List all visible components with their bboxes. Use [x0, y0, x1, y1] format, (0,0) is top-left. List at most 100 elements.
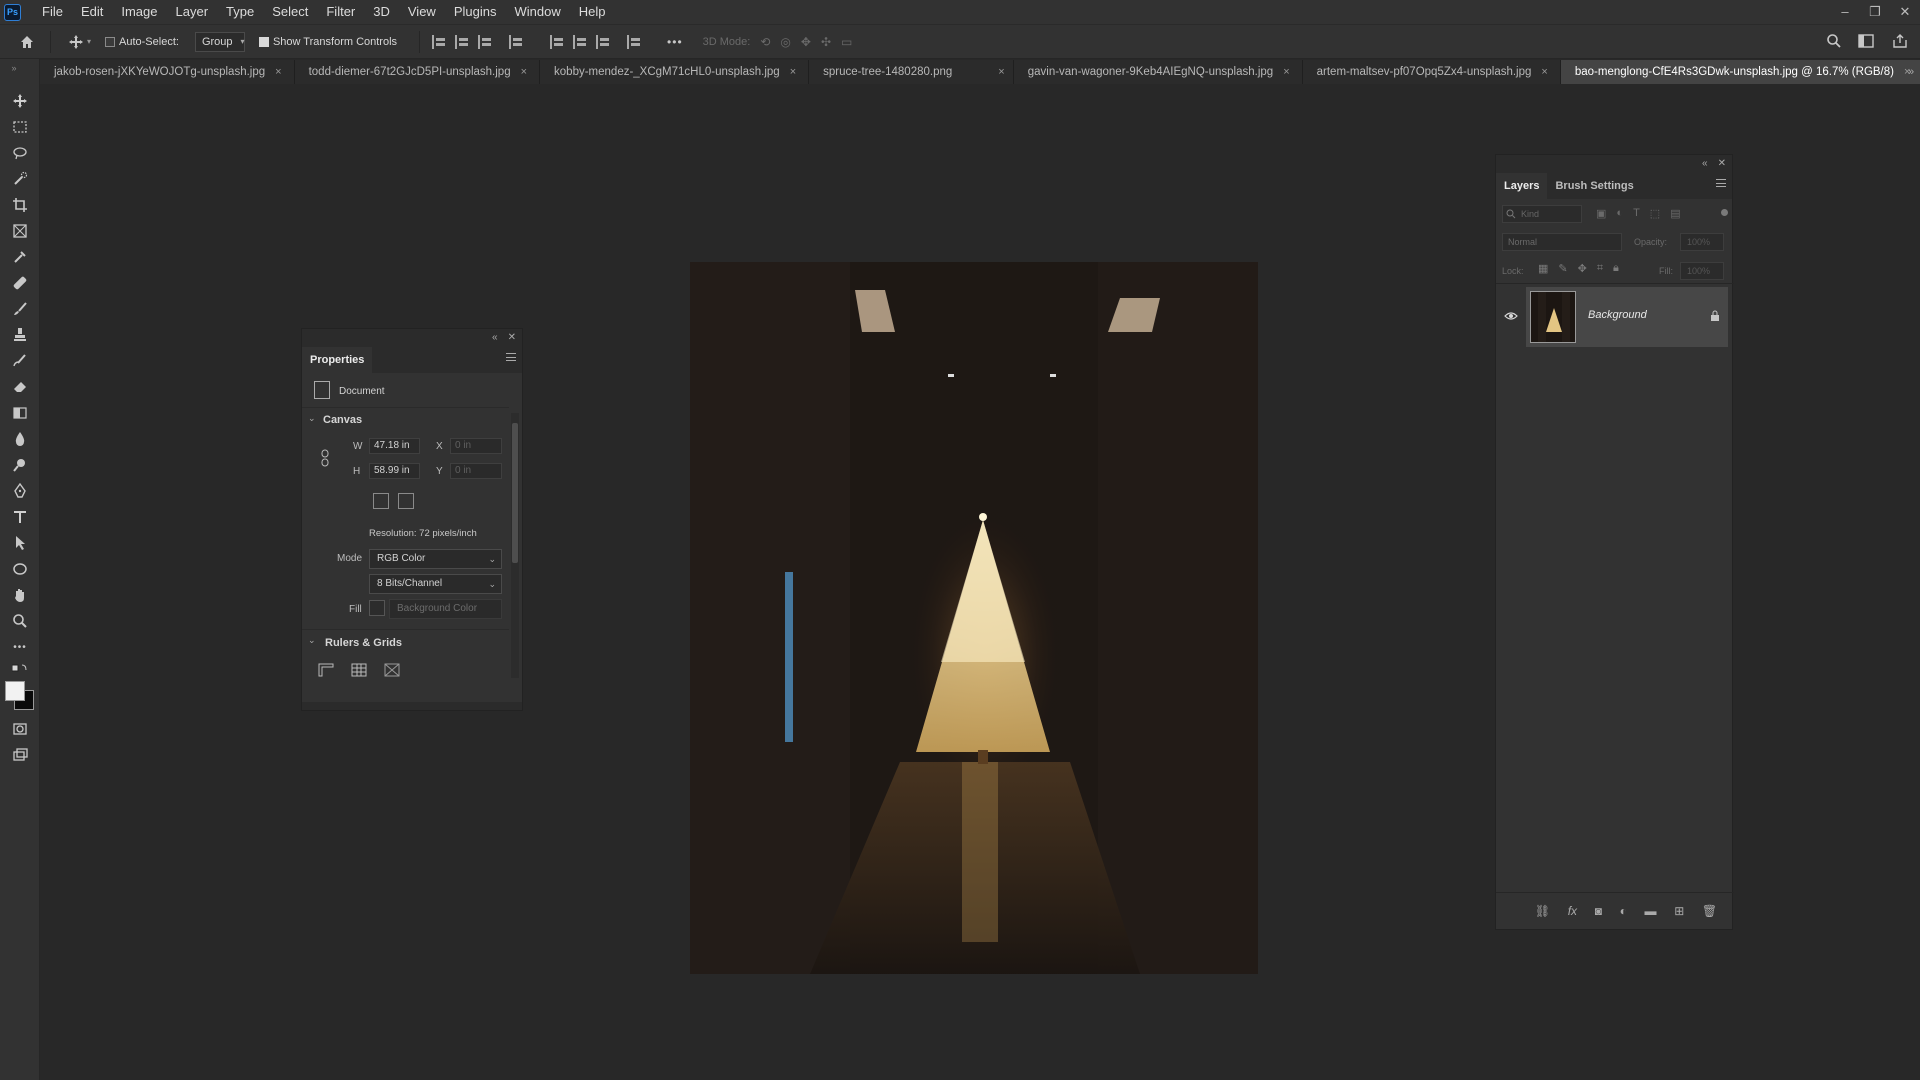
bit-depth-select[interactable]: 8 Bits/Channel ⌄: [369, 574, 502, 594]
lock-artboard-icon[interactable]: ⌗: [1597, 262, 1603, 275]
show-transform-checkbox[interactable]: [258, 36, 269, 47]
close-tab-icon[interactable]: ×: [998, 66, 1004, 78]
move-tool-icon[interactable]: [10, 91, 30, 111]
close-window-button[interactable]: ✕: [1898, 5, 1912, 19]
collapse-toolbar-icon[interactable]: »: [4, 63, 24, 73]
align-center-icon[interactable]: [455, 34, 469, 49]
tab-layers[interactable]: Layers: [1496, 173, 1548, 199]
3d-slide-icon[interactable]: ✣: [821, 35, 831, 49]
swap-colors-icon[interactable]: [10, 663, 30, 675]
auto-select-checkbox[interactable]: [105, 36, 116, 47]
healing-brush-tool-icon[interactable]: [10, 273, 30, 293]
tab-brush-settings[interactable]: Brush Settings: [1547, 173, 1641, 199]
restore-button[interactable]: ❐: [1868, 5, 1882, 19]
filter-adjustment-icon[interactable]: ◐: [1616, 207, 1623, 220]
eraser-tool-icon[interactable]: [10, 377, 30, 397]
add-mask-icon[interactable]: ◙: [1595, 904, 1602, 918]
y-field[interactable]: 0 in: [450, 463, 502, 479]
height-field[interactable]: 58.99 in: [369, 463, 420, 479]
x-field[interactable]: 0 in: [450, 438, 502, 454]
more-options-button[interactable]: •••: [667, 35, 683, 49]
document-tab-active[interactable]: bao-menglong-CfE4Rs3GDwk-unsplash.jpg @ …: [1560, 60, 1920, 84]
menu-plugins[interactable]: Plugins: [445, 0, 506, 24]
quick-selection-tool-icon[interactable]: [10, 169, 30, 189]
menu-view[interactable]: View: [399, 0, 445, 24]
align-middle-icon[interactable]: [573, 34, 587, 49]
new-adjustment-layer-icon[interactable]: ◐: [1620, 904, 1627, 918]
close-tab-icon[interactable]: ×: [1541, 66, 1547, 78]
rulers-icon[interactable]: [318, 663, 334, 677]
new-layer-icon[interactable]: ⊞: [1674, 904, 1684, 918]
menu-3d[interactable]: 3D: [364, 0, 399, 24]
tab-properties[interactable]: Properties: [302, 347, 373, 373]
collapse-panel-icon[interactable]: «: [492, 332, 498, 343]
portrait-orientation-icon[interactable]: [373, 493, 389, 509]
layers-panel-titlebar[interactable]: « ✕: [1496, 155, 1732, 171]
chevron-down-icon[interactable]: ▾: [87, 37, 91, 46]
pen-tool-icon[interactable]: [10, 481, 30, 501]
close-tab-icon[interactable]: ×: [1283, 66, 1289, 78]
search-icon[interactable]: [1826, 33, 1842, 49]
document-tab[interactable]: spruce-tree-1480280.png ×: [809, 60, 1014, 84]
eyedropper-tool-icon[interactable]: [10, 247, 30, 267]
menu-filter[interactable]: Filter: [317, 0, 364, 24]
workspace-icon[interactable]: [1858, 33, 1876, 49]
filter-pixel-icon[interactable]: ▣: [1596, 207, 1606, 220]
close-panel-icon[interactable]: ✕: [1718, 158, 1726, 169]
clone-stamp-tool-icon[interactable]: [10, 325, 30, 345]
link-layers-icon[interactable]: ⛓︎: [1535, 904, 1550, 918]
blur-tool-icon[interactable]: [10, 429, 30, 449]
menu-window[interactable]: Window: [505, 0, 569, 24]
close-tab-icon[interactable]: ×: [790, 66, 796, 78]
3d-pan-icon[interactable]: ✥: [801, 35, 811, 49]
panel-scrollbar[interactable]: [511, 413, 519, 678]
tab-overflow-icon[interactable]: »: [1902, 60, 1920, 84]
menu-image[interactable]: Image: [112, 0, 166, 24]
close-tab-icon[interactable]: ×: [275, 66, 281, 78]
close-tab-icon[interactable]: ×: [521, 66, 527, 78]
document-tab[interactable]: jakob-rosen-jXKYeWOJOTg-unsplash.jpg ×: [40, 60, 295, 84]
delete-layer-icon[interactable]: 🗑︎: [1702, 904, 1717, 918]
align-bottom-icon[interactable]: [596, 34, 610, 49]
minimize-button[interactable]: –: [1838, 5, 1852, 19]
3d-roll-icon[interactable]: ◎: [780, 35, 790, 49]
align-right-icon[interactable]: [478, 34, 492, 49]
new-group-icon[interactable]: ▬: [1645, 904, 1657, 918]
color-mode-select[interactable]: RGB Color ⌄: [369, 549, 502, 569]
lock-all-icon[interactable]: 🔒︎: [1613, 262, 1619, 275]
move-tool-preset-icon[interactable]: [67, 33, 85, 51]
path-selection-tool-icon[interactable]: [10, 533, 30, 553]
collapse-panel-icon[interactable]: «: [1702, 158, 1708, 169]
document-tab[interactable]: todd-diemer-67t2GJcD5PI-unsplash.jpg ×: [294, 60, 541, 84]
foreground-color-swatch-top[interactable]: [5, 681, 25, 701]
3d-scale-icon[interactable]: ▭: [841, 35, 852, 49]
3d-orbit-icon[interactable]: ⟲: [760, 35, 770, 49]
chevron-down-icon[interactable]: ⌄: [308, 413, 316, 424]
fx-icon[interactable]: fx: [1568, 904, 1577, 918]
layer-row-background[interactable]: Background: [1526, 287, 1728, 347]
fill-select[interactable]: Background Color: [389, 599, 502, 619]
eye-visibility-icon[interactable]: [1504, 311, 1518, 321]
layer-name[interactable]: Background: [1588, 309, 1647, 321]
history-brush-tool-icon[interactable]: [10, 351, 30, 371]
menu-select[interactable]: Select: [263, 0, 317, 24]
gradient-tool-icon[interactable]: [10, 403, 30, 423]
align-left-icon[interactable]: [432, 34, 446, 49]
document-canvas-image[interactable]: [690, 262, 1258, 974]
menu-file[interactable]: File: [33, 0, 72, 24]
close-panel-icon[interactable]: ✕: [508, 332, 516, 343]
zoom-tool-icon[interactable]: [10, 611, 30, 631]
blend-mode-select[interactable]: Normal: [1502, 233, 1622, 251]
filter-type-icon[interactable]: T: [1633, 207, 1640, 220]
home-icon[interactable]: [18, 33, 36, 51]
screen-mode-icon[interactable]: [10, 745, 30, 765]
type-tool-icon[interactable]: [10, 507, 30, 527]
menu-type[interactable]: Type: [217, 0, 263, 24]
panel-menu-icon[interactable]: [506, 353, 516, 361]
link-icon[interactable]: [320, 449, 330, 467]
marquee-tool-icon[interactable]: [10, 117, 30, 137]
distribute-vertical-icon[interactable]: [509, 34, 523, 49]
share-icon[interactable]: [1892, 33, 1908, 49]
menu-layer[interactable]: Layer: [167, 0, 218, 24]
lasso-tool-icon[interactable]: [10, 143, 30, 163]
